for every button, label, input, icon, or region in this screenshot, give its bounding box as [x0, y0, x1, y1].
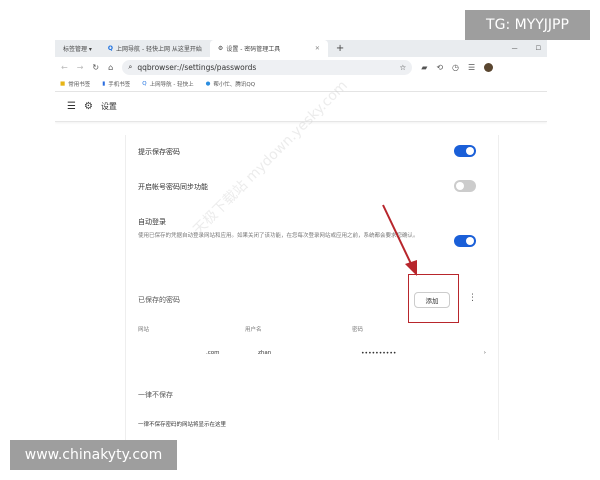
bookmark-item[interactable]: ■ 常用书签: [60, 80, 90, 88]
avatar[interactable]: [484, 62, 494, 72]
offer-save-toggle[interactable]: [454, 145, 476, 157]
tg-watermark: TG: MYYJJPP: [465, 10, 590, 40]
col-user: 用户名: [245, 327, 262, 333]
toolbar: ← → ↻ ⌂ ⌕ qqbrowser://settings/passwords ☆…: [55, 57, 547, 77]
new-tab-button[interactable]: +: [336, 43, 344, 54]
tab-strip: 标签管理 ▾ Q 上网导航 - 轻快上网 从这里开始 ⚙ 设置 - 密码管理工具 ✕ …: [55, 40, 547, 57]
home-icon[interactable]: ⌂: [108, 63, 113, 72]
bookmark-item[interactable]: Q 上网导航 - 轻快上: [142, 80, 193, 88]
tab-bookmark-manager[interactable]: 标签管理 ▾: [55, 40, 100, 57]
sync-toggle[interactable]: [454, 180, 476, 192]
never-save-title: 一律不保存: [138, 391, 173, 399]
setting-sync: 开启帐号密码同步功能: [138, 180, 486, 192]
table-header: 网站 用户名 密码: [138, 325, 486, 333]
address-bar[interactable]: ⌕ qqbrowser://settings/passwords ☆: [122, 59, 413, 75]
maximize-button[interactable]: ☐: [536, 45, 541, 52]
minimize-button[interactable]: —: [512, 45, 518, 52]
auto-login-toggle[interactable]: [454, 235, 476, 247]
hamburger-icon[interactable]: ☰: [67, 101, 76, 112]
close-tab-icon[interactable]: ✕: [315, 45, 320, 52]
setting-label: 提示保存密码: [138, 148, 180, 156]
sync-icon[interactable]: ⟲: [436, 63, 443, 72]
setting-label: 开启帐号密码同步功能: [138, 183, 208, 191]
settings-header: ☰ ⚙ 设置: [55, 92, 547, 122]
menu-icon[interactable]: ☰: [468, 63, 475, 72]
tab-settings[interactable]: ⚙ 设置 - 密码管理工具 ✕: [209, 40, 328, 57]
never-save-empty: 一律不保存密码的网站将显示在这里: [138, 422, 227, 428]
site-cell: .com: [206, 350, 220, 356]
gear-icon: ⚙: [83, 101, 93, 112]
arrow-annotation: [382, 204, 417, 276]
highlight-box: [408, 274, 459, 323]
tab-label: 设置 - 密码管理工具: [226, 46, 281, 53]
chevron-right-icon[interactable]: ›: [484, 350, 486, 356]
bookmark-item[interactable]: ● 帮小忙、腾讯QQ: [206, 80, 255, 88]
user-cell: zhan: [258, 350, 272, 356]
bookmarks-bar: ■ 常用书签 ▮ 手机书签 Q 上网导航 - 轻快上 ● 帮小忙、腾讯QQ: [55, 77, 547, 92]
password-cell: ••••••••••: [361, 350, 397, 357]
col-password: 密码: [352, 327, 364, 333]
reload-icon[interactable]: ↻: [92, 63, 99, 72]
extension-icon[interactable]: ▰: [421, 63, 427, 72]
back-icon[interactable]: ←: [61, 63, 68, 72]
site-watermark: www.chinakyty.com: [10, 440, 177, 470]
gear-icon: ⚙: [217, 45, 224, 52]
page-title: 设置: [100, 102, 117, 111]
more-options-icon[interactable]: ⋮: [468, 293, 477, 303]
forward-icon[interactable]: →: [77, 63, 84, 72]
col-site: 网站: [138, 327, 150, 333]
setting-offer-save: 提示保存密码: [138, 145, 486, 157]
qq-icon: Q: [107, 45, 114, 52]
tab-label: 标签管理 ▾: [63, 46, 92, 53]
browser-window: 标签管理 ▾ Q 上网导航 - 轻快上网 从这里开始 ⚙ 设置 - 密码管理工具 ✕ …: [55, 40, 547, 440]
star-icon[interactable]: ☆: [399, 63, 406, 72]
tab-label: 上网导航 - 轻快上网 从这里开始: [116, 46, 202, 53]
tab-navigation[interactable]: Q 上网导航 - 轻快上网 从这里开始: [100, 40, 210, 57]
history-icon[interactable]: ◷: [452, 63, 459, 72]
url-text: qqbrowser://settings/passwords: [137, 62, 257, 72]
setting-label: 自动登录: [138, 218, 166, 226]
search-icon: ⌕: [128, 62, 133, 71]
bookmark-item[interactable]: ▮ 手机书签: [102, 80, 130, 88]
setting-auto-login: 自动登录 使用已保存的凭据自动登录网站和应用。如果关闭了该功能，在您每次登录网站或…: [138, 217, 486, 247]
